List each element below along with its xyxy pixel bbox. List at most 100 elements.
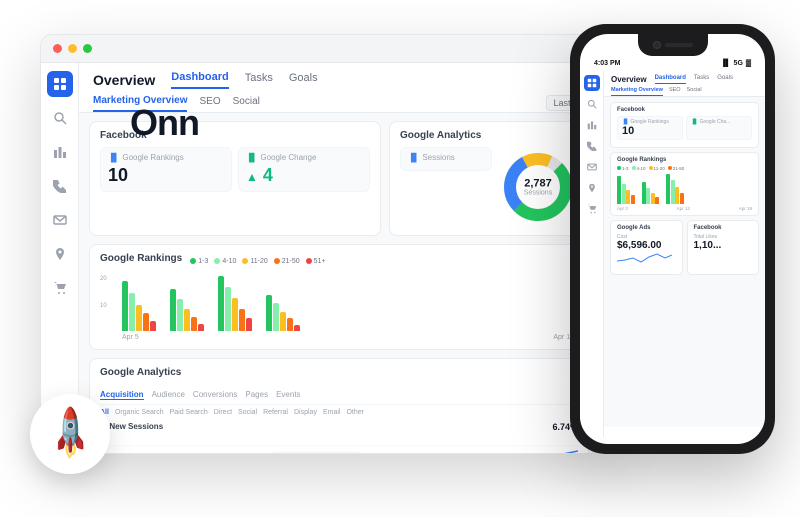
bar-chart-header: Google Rankings 1-3 4-10 — [100, 253, 578, 270]
tab-goals[interactable]: Goals — [289, 72, 318, 88]
stab-paid[interactable]: Paid Search — [170, 409, 208, 416]
analytics-detail-section: Google Analytics Acquisition Audience Co… — [89, 358, 589, 453]
phone-speaker — [665, 43, 693, 47]
bar-group-2 — [170, 289, 204, 331]
sessions-info: ▐▌ Sessions — [400, 147, 492, 177]
phone-tab-goals[interactable]: Goals — [717, 75, 733, 83]
phone-likes-value: 1,10... — [694, 240, 753, 251]
phone-sidebar-phone[interactable] — [584, 138, 600, 154]
phone-sub-social[interactable]: Social — [687, 87, 702, 96]
bar — [198, 324, 204, 331]
stab-social[interactable]: Social — [238, 409, 257, 416]
phone-sidebar-chart[interactable] — [584, 117, 600, 133]
phone-bar-chart — [617, 174, 752, 204]
browser-mockup: Overview Dashboard Tasks Goals Marketing… — [40, 34, 600, 454]
legend-item-21-50: 21-50 — [274, 258, 300, 265]
sessions-row: ▐▌ Sessions — [400, 147, 578, 227]
analytics-sub-tabs: All Organic Search Paid Search Direct So… — [100, 409, 578, 416]
sidebar-icon-mail[interactable] — [47, 207, 73, 233]
phone-google-ads-card: Google Ads Cost $6,596.00 — [610, 220, 683, 275]
legend-dot-11-20 — [242, 258, 248, 264]
browser-maximize-dot — [83, 44, 92, 53]
phone-sub-seo[interactable]: SEO — [669, 87, 681, 96]
rocket-icon: 🚀 — [39, 403, 100, 464]
bar — [294, 325, 300, 331]
atab-conversions[interactable]: Conversions — [193, 390, 237, 400]
google-change-label: ▐▌ Google Change — [246, 153, 362, 162]
bar — [225, 287, 231, 331]
bar-group-3 — [218, 276, 252, 331]
sidebar-icon-grid[interactable] — [47, 71, 73, 97]
phone-legend-21-50: 21-50 — [668, 166, 685, 171]
bar-chart-title: Google Rankings — [100, 253, 182, 264]
google-rankings-card: ▐▌ Google Rankings 10 — [100, 147, 232, 192]
stab-direct[interactable]: Direct — [214, 409, 232, 416]
stab-display[interactable]: Display — [294, 409, 317, 416]
analytics-detail-title: Google Analytics — [100, 367, 181, 378]
google-rankings-label: ▐▌ Google Rankings — [108, 153, 224, 162]
sub-tab-social[interactable]: Social — [233, 96, 260, 111]
app-layout: Overview Dashboard Tasks Goals Marketing… — [41, 63, 599, 453]
tab-dashboard[interactable]: Dashboard — [171, 71, 228, 89]
phone-rankings-value: 10 — [622, 125, 678, 137]
google-change-card: ▐▌ Google Change ▲ 4 — [238, 147, 370, 192]
phone-tab-tasks[interactable]: Tasks — [694, 75, 709, 83]
brand-name: Onn — [130, 102, 199, 144]
page-title: Overview — [93, 72, 155, 88]
legend-item-11-20: 11-20 — [242, 258, 267, 265]
signal-icon: ▐▌ — [721, 60, 731, 67]
bar — [150, 321, 156, 331]
rocket-container: 🚀 — [30, 394, 110, 474]
phone-metrics-row: ▐▌ Google Rankings 10 ▐▌ Google Cha... — [617, 116, 752, 140]
phone-nav-row1: Overview Dashboard Tasks Goals — [611, 75, 758, 84]
legend-dot-21-50 — [274, 258, 280, 264]
tab-tasks[interactable]: Tasks — [245, 72, 273, 88]
sidebar-icon-phone[interactable] — [47, 173, 73, 199]
phone-change-metric: ▐▌ Google Cha... — [686, 116, 752, 140]
phone-sidebar-grid[interactable] — [584, 75, 600, 91]
bar — [287, 318, 293, 331]
stab-organic[interactable]: Organic Search — [115, 409, 164, 416]
analytics-detail-header: Google Analytics — [100, 367, 578, 384]
phone-change-label: ▐▌ Google Cha... — [691, 119, 747, 125]
bar-chart-icon: ▐▌ — [108, 153, 119, 162]
phone-sub-marketing[interactable]: Marketing Overview — [611, 87, 663, 96]
bar — [136, 305, 142, 331]
stab-other[interactable]: Other — [346, 409, 364, 416]
battery-icon: ▓ — [746, 60, 751, 67]
phone-page-title: Overview — [611, 75, 647, 84]
bar — [177, 299, 183, 331]
legend-dot-4-10 — [214, 258, 220, 264]
sidebar-icon-cart[interactable] — [47, 275, 73, 301]
sidebar-icon-chart[interactable] — [47, 139, 73, 165]
phone-bottom-row: Google Ads Cost $6,596.00 Facebook Total… — [610, 220, 759, 275]
change-icon: ▐▌ — [246, 153, 257, 162]
google-rankings-value: 10 — [108, 165, 224, 186]
phone-bar-chart-section: Google Rankings 1-3 4-10 — [610, 152, 759, 216]
atab-events[interactable]: Events — [276, 390, 300, 400]
phone-sidebar-mail[interactable] — [584, 159, 600, 175]
phone-sidebar-location[interactable] — [584, 180, 600, 196]
stab-referral[interactable]: Referral — [263, 409, 288, 416]
phone-legend-11-20: 11-20 — [649, 166, 665, 171]
bar — [273, 303, 279, 331]
atab-audience[interactable]: Audience — [152, 390, 185, 400]
phone-mockup: 4:03 PM ▐▌ 5G ▓ — [570, 24, 775, 454]
sessions-label: ▐▌ Sessions — [408, 153, 484, 162]
phone-google-ads-title: Google Ads — [617, 225, 676, 231]
analytics-main-tabs: Acquisition Audience Conversions Pages E… — [100, 390, 578, 405]
sub-tab-seo[interactable]: SEO — [199, 96, 220, 111]
bar — [143, 313, 149, 331]
sidebar-icon-location[interactable] — [47, 241, 73, 267]
atab-pages[interactable]: Pages — [245, 390, 268, 400]
stab-email[interactable]: Email — [323, 409, 341, 416]
phone-sidebar-cart[interactable] — [584, 201, 600, 217]
sessions-value: 2,787 — [524, 177, 552, 189]
bar — [170, 289, 176, 331]
phone-tab-dashboard[interactable]: Dashboard — [655, 75, 686, 84]
sidebar-icon-search[interactable] — [47, 105, 73, 131]
phone-chart-legend: 1-3 4-10 11-20 — [617, 166, 752, 171]
phone-sidebar-search[interactable] — [584, 96, 600, 112]
y-axis-labels: 20 10 — [100, 276, 107, 331]
scene: Overview Dashboard Tasks Goals Marketing… — [10, 14, 790, 504]
